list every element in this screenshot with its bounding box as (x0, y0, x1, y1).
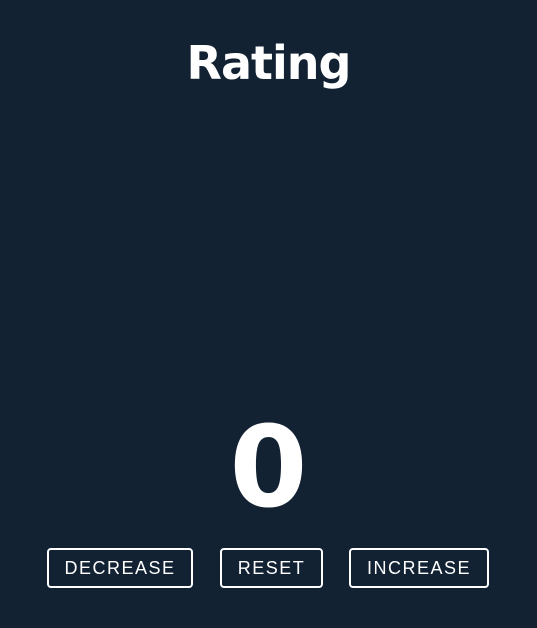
rating-value: 0 (229, 403, 308, 533)
increase-button[interactable]: INCREASE (349, 548, 489, 588)
decrease-button[interactable]: DECREASE (47, 548, 193, 588)
reset-button[interactable]: RESET (220, 548, 323, 588)
page-title: Rating (186, 36, 352, 90)
